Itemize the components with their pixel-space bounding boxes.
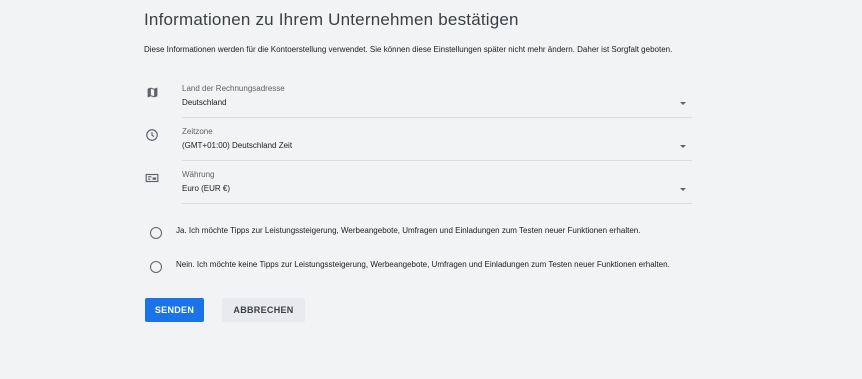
- radio-circle-icon[interactable]: [150, 261, 162, 273]
- dropdown-arrow-icon: [680, 188, 686, 191]
- country-select[interactable]: Deutschland: [182, 97, 692, 118]
- submit-button[interactable]: SENDEN: [145, 298, 204, 322]
- timezone-select[interactable]: (GMT+01:00) Deutschland Zeit: [182, 140, 692, 161]
- currency-icon: [144, 170, 160, 186]
- page-description: Diese Informationen werden für die Konto…: [144, 45, 673, 54]
- timezone-label: Zeitzone: [182, 127, 213, 136]
- radio-circle-icon[interactable]: [150, 227, 162, 239]
- currency-select[interactable]: Euro (EUR €): [182, 183, 692, 204]
- timezone-value: (GMT+01:00) Deutschland Zeit: [182, 141, 293, 150]
- cancel-button[interactable]: ABBRECHEN: [222, 298, 305, 322]
- page-title: Informationen zu Ihrem Unternehmen bestä…: [144, 10, 519, 29]
- map-icon: [144, 84, 160, 100]
- currency-value: Euro (EUR €): [182, 184, 231, 193]
- clock-icon: [144, 127, 160, 143]
- dropdown-arrow-icon: [680, 102, 686, 105]
- country-value: Deutschland: [182, 98, 227, 107]
- country-label: Land der Rechnungsadresse: [182, 84, 285, 93]
- dropdown-arrow-icon: [680, 145, 686, 148]
- radio-option-no-label: Nein. Ich möchte keine Tipps zur Leistun…: [176, 260, 670, 269]
- currency-label: Währung: [182, 170, 215, 179]
- confirm-business-info-page: Informationen zu Ihrem Unternehmen bestä…: [0, 0, 862, 379]
- radio-option-yes-label: Ja. Ich möchte Tipps zur Leistungssteige…: [176, 226, 641, 235]
